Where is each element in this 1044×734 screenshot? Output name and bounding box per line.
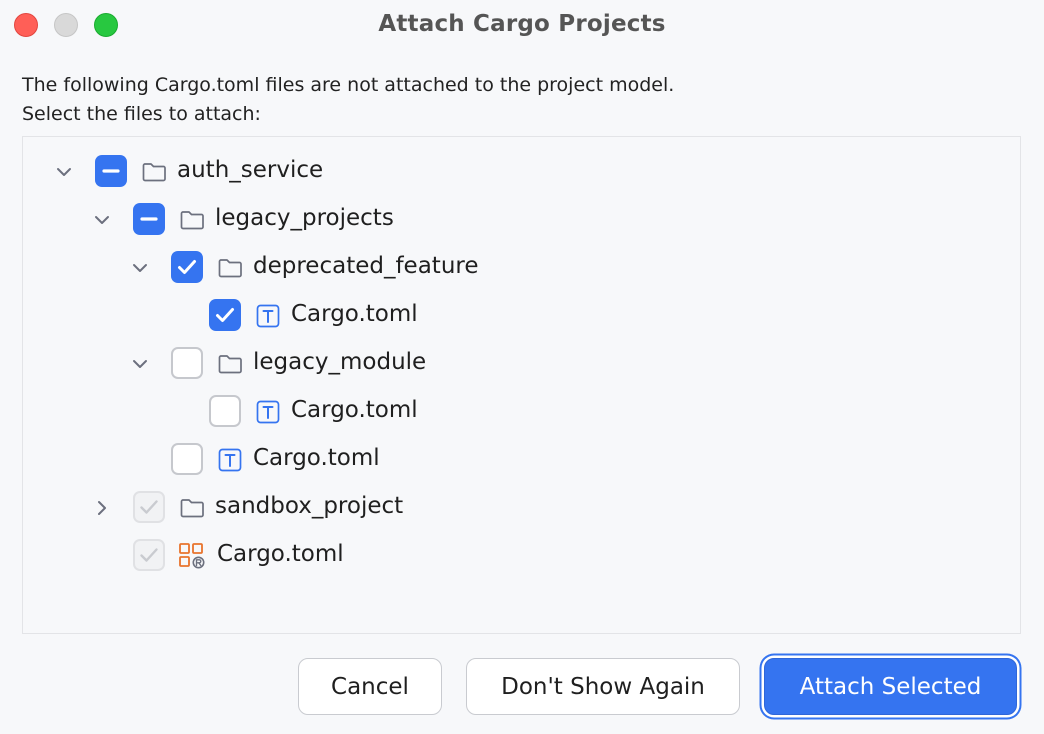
folder-icon [140, 158, 168, 186]
cancel-button[interactable]: Cancel [298, 658, 442, 715]
dont-show-again-button[interactable]: Don't Show Again [466, 658, 740, 715]
attach-cargo-projects-dialog: Attach Cargo Projects The following Carg… [0, 0, 1044, 734]
tree-item-cargo-toml-root[interactable]: Cargo.toml [23, 536, 1020, 576]
checkbox-checked[interactable] [171, 251, 203, 283]
checkbox-checked[interactable] [209, 299, 241, 331]
chevron-down-icon[interactable] [51, 159, 77, 185]
title-bar: Attach Cargo Projects [0, 0, 1044, 50]
tree-item-label: Cargo.toml [291, 397, 418, 423]
tree-item-label: auth_service [177, 157, 324, 183]
tree-item-legacy-projects[interactable]: legacy_projects [23, 200, 1020, 240]
attach-selected-button[interactable]: Attach Selected [764, 658, 1017, 715]
cargo-files-tree: auth_service legacy_projects deprecated_… [22, 136, 1021, 634]
tree-item-label: Cargo.toml [217, 541, 344, 567]
checkbox-disabled-checked [133, 491, 165, 523]
toml-file-icon [254, 302, 282, 330]
tree-item-label: legacy_module [253, 349, 427, 375]
folder-icon [178, 494, 206, 522]
tree-item-cargo-toml[interactable]: Cargo.toml [23, 440, 1020, 480]
checkbox-disabled-checked [133, 539, 165, 571]
tree-item-cargo-toml[interactable]: Cargo.toml [23, 296, 1020, 336]
folder-icon [216, 254, 244, 282]
checkbox-partial[interactable] [133, 203, 165, 235]
chevron-down-icon[interactable] [127, 255, 153, 281]
tree-item-deprecated-feature[interactable]: deprecated_feature [23, 248, 1020, 288]
tree-item-auth-service[interactable]: auth_service [23, 152, 1020, 192]
toml-file-icon [216, 446, 244, 474]
chevron-down-icon[interactable] [127, 351, 153, 377]
tree-item-label: sandbox_project [215, 493, 404, 519]
tree-item-label: legacy_projects [215, 205, 394, 231]
folder-icon [178, 206, 206, 234]
tree-item-legacy-module[interactable]: legacy_module [23, 344, 1020, 384]
toml-file-icon [254, 398, 282, 426]
checkbox-unchecked[interactable] [209, 395, 241, 427]
folder-icon [216, 350, 244, 378]
tree-item-label: deprecated_feature [253, 253, 479, 279]
checkbox-partial[interactable] [95, 155, 127, 187]
dialog-title: Attach Cargo Projects [378, 11, 666, 37]
description-line-1: The following Cargo.toml files are not a… [22, 74, 675, 96]
chevron-right-icon[interactable] [89, 495, 115, 521]
checkbox-unchecked[interactable] [171, 443, 203, 475]
cargo-project-icon [178, 542, 206, 570]
tree-item-label: Cargo.toml [253, 445, 380, 471]
chevron-down-icon[interactable] [89, 207, 115, 233]
tree-item-label: Cargo.toml [291, 301, 418, 327]
checkbox-unchecked[interactable] [171, 347, 203, 379]
tree-item-sandbox-project[interactable]: sandbox_project [23, 488, 1020, 528]
description-line-2: Select the files to attach: [22, 103, 261, 125]
tree-item-cargo-toml[interactable]: Cargo.toml [23, 392, 1020, 432]
